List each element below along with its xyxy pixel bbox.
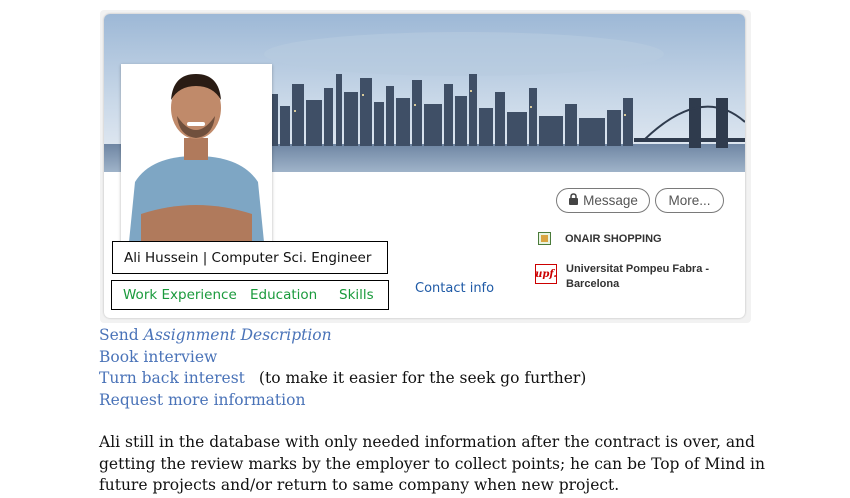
more-button[interactable]: More...: [655, 188, 724, 213]
company-icon: [538, 232, 551, 245]
tab-work-experience[interactable]: Work Experience: [123, 287, 237, 303]
profile-name-headline: Ali Hussein | Computer Sci. Engineer: [112, 241, 388, 274]
description-paragraph: Ali still in the database with only need…: [99, 433, 766, 494]
tab-skills[interactable]: Skills: [339, 287, 374, 303]
book-interview-link[interactable]: Book interview: [99, 347, 586, 369]
send-assignment-italic: Assignment Description: [143, 326, 332, 344]
turn-back-interest-link[interactable]: Turn back interest: [99, 369, 245, 387]
profile-card: Message More... ONAIR SHOPPING upf. Univ…: [100, 10, 751, 323]
education-entry[interactable]: upf. Universitat Pompeu Fabra - Barcelon…: [535, 262, 709, 292]
request-info-link[interactable]: Request more information: [99, 390, 586, 412]
send-assignment-link[interactable]: Send Assignment Description: [99, 325, 586, 347]
university-name-line1: Universitat Pompeu Fabra -: [566, 263, 710, 275]
profile-tabs: Work Experience Education Skills: [111, 280, 389, 310]
message-button[interactable]: Message: [556, 188, 650, 213]
more-button-label: More...: [668, 193, 711, 208]
action-links: Send Assignment Description Book intervi…: [99, 325, 586, 411]
turn-back-interest-note: (to make it easier for the seek go furth…: [258, 369, 587, 387]
university-name-line2: Barcelona: [566, 278, 620, 290]
lock-icon: [568, 193, 579, 208]
message-button-label: Message: [583, 193, 638, 208]
turn-back-interest-row: Turn back interest (to make it easier for…: [99, 368, 586, 390]
send-assignment-prefix: Send: [99, 326, 144, 344]
university-logo: upf.: [535, 264, 557, 284]
company-name: ONAIR SHOPPING: [565, 232, 662, 245]
contact-info-link[interactable]: Contact info: [415, 281, 494, 296]
profile-photo: [121, 64, 272, 242]
current-company[interactable]: ONAIR SHOPPING: [538, 232, 662, 245]
tab-education[interactable]: Education: [250, 287, 317, 303]
